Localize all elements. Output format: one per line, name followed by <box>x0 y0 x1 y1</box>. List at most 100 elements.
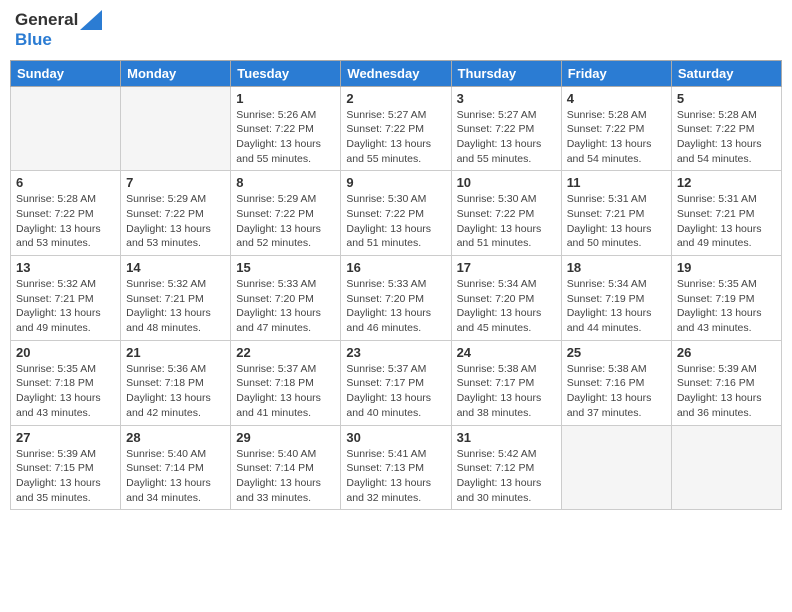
calendar-cell: 7 Sunrise: 5:29 AM Sunset: 7:22 PM Daylig… <box>121 171 231 256</box>
day-number: 2 <box>346 91 445 106</box>
calendar-cell: 13 Sunrise: 5:32 AM Sunset: 7:21 PM Dayli… <box>11 256 121 341</box>
calendar-cell: 2 Sunrise: 5:27 AM Sunset: 7:22 PM Daylig… <box>341 86 451 171</box>
day-number: 15 <box>236 260 335 275</box>
calendar-cell: 1 Sunrise: 5:26 AM Sunset: 7:22 PM Daylig… <box>231 86 341 171</box>
calendar-cell <box>561 425 671 510</box>
calendar-cell: 16Sunrise: 5:33 AM Sunset: 7:20 PM Dayli… <box>341 256 451 341</box>
logo-text: General Blue <box>15 10 102 50</box>
logo: General Blue <box>15 10 102 50</box>
day-number: 31 <box>457 430 556 445</box>
day-number: 7 <box>126 175 225 190</box>
day-info: Sunrise: 5:33 AM Sunset: 7:20 PM Dayligh… <box>236 277 335 336</box>
calendar-header-thursday: Thursday <box>451 60 561 86</box>
day-number: 1 <box>236 91 335 106</box>
day-number: 30 <box>346 430 445 445</box>
day-info: Sunrise: 5:39 AM Sunset: 7:16 PM Dayligh… <box>677 362 776 421</box>
day-number: 28 <box>126 430 225 445</box>
day-info: Sunrise: 5:35 AM Sunset: 7:19 PM Dayligh… <box>677 277 776 336</box>
day-number: 21 <box>126 345 225 360</box>
day-info: Sunrise: 5:31 AM Sunset: 7:21 PM Dayligh… <box>567 192 666 251</box>
calendar-header-saturday: Saturday <box>671 60 781 86</box>
day-info: Sunrise: 5:41 AM Sunset: 7:13 PM Dayligh… <box>346 447 445 506</box>
calendar-week-row-1: 1 Sunrise: 5:26 AM Sunset: 7:22 PM Daylig… <box>11 86 782 171</box>
day-number: 18 <box>567 260 666 275</box>
day-info: Sunrise: 5:38 AM Sunset: 7:16 PM Dayligh… <box>567 362 666 421</box>
day-info: Sunrise: 5:37 AM Sunset: 7:18 PM Dayligh… <box>236 362 335 421</box>
page: General Blue SundayMondayTuesdayWednesda… <box>0 0 792 612</box>
day-info: Sunrise: 5:37 AM Sunset: 7:17 PM Dayligh… <box>346 362 445 421</box>
calendar-header-tuesday: Tuesday <box>231 60 341 86</box>
calendar-week-row-3: 13 Sunrise: 5:32 AM Sunset: 7:21 PM Dayli… <box>11 256 782 341</box>
day-number: 19 <box>677 260 776 275</box>
day-number: 6 <box>16 175 115 190</box>
day-number: 5 <box>677 91 776 106</box>
day-number: 13 <box>16 260 115 275</box>
calendar-cell: 17Sunrise: 5:34 AM Sunset: 7:20 PM Dayli… <box>451 256 561 341</box>
calendar-cell: 18Sunrise: 5:34 AM Sunset: 7:19 PM Dayli… <box>561 256 671 341</box>
calendar-cell: 3Sunrise: 5:27 AM Sunset: 7:22 PM Daylig… <box>451 86 561 171</box>
calendar-cell: 31 Sunrise: 5:42 AM Sunset: 7:12 PM Dayli… <box>451 425 561 510</box>
day-info: Sunrise: 5:29 AM Sunset: 7:22 PM Dayligh… <box>126 192 225 251</box>
calendar-cell: 15 Sunrise: 5:33 AM Sunset: 7:20 PM Dayli… <box>231 256 341 341</box>
day-info: Sunrise: 5:30 AM Sunset: 7:22 PM Dayligh… <box>457 192 556 251</box>
day-info: Sunrise: 5:32 AM Sunset: 7:21 PM Dayligh… <box>16 277 115 336</box>
calendar-cell: 28 Sunrise: 5:40 AM Sunset: 7:14 PM Dayli… <box>121 425 231 510</box>
calendar-cell: 9Sunrise: 5:30 AM Sunset: 7:22 PM Daylig… <box>341 171 451 256</box>
calendar-header-sunday: Sunday <box>11 60 121 86</box>
day-info: Sunrise: 5:35 AM Sunset: 7:18 PM Dayligh… <box>16 362 115 421</box>
logo-triangle-icon <box>80 10 102 30</box>
calendar-cell: 27 Sunrise: 5:39 AM Sunset: 7:15 PM Dayli… <box>11 425 121 510</box>
calendar-cell <box>121 86 231 171</box>
day-number: 23 <box>346 345 445 360</box>
day-info: Sunrise: 5:28 AM Sunset: 7:22 PM Dayligh… <box>677 108 776 167</box>
day-number: 12 <box>677 175 776 190</box>
day-info: Sunrise: 5:40 AM Sunset: 7:14 PM Dayligh… <box>126 447 225 506</box>
calendar-cell: 10 Sunrise: 5:30 AM Sunset: 7:22 PM Dayli… <box>451 171 561 256</box>
day-number: 25 <box>567 345 666 360</box>
calendar-cell: 21 Sunrise: 5:36 AM Sunset: 7:18 PM Dayli… <box>121 340 231 425</box>
day-info: Sunrise: 5:42 AM Sunset: 7:12 PM Dayligh… <box>457 447 556 506</box>
day-number: 4 <box>567 91 666 106</box>
day-info: Sunrise: 5:31 AM Sunset: 7:21 PM Dayligh… <box>677 192 776 251</box>
calendar-week-row-4: 20Sunrise: 5:35 AM Sunset: 7:18 PM Dayli… <box>11 340 782 425</box>
calendar-header-wednesday: Wednesday <box>341 60 451 86</box>
day-info: Sunrise: 5:28 AM Sunset: 7:22 PM Dayligh… <box>16 192 115 251</box>
day-info: Sunrise: 5:26 AM Sunset: 7:22 PM Dayligh… <box>236 108 335 167</box>
calendar-cell: 22 Sunrise: 5:37 AM Sunset: 7:18 PM Dayli… <box>231 340 341 425</box>
calendar-cell: 30 Sunrise: 5:41 AM Sunset: 7:13 PM Dayli… <box>341 425 451 510</box>
calendar-cell: 6 Sunrise: 5:28 AM Sunset: 7:22 PM Daylig… <box>11 171 121 256</box>
day-info: Sunrise: 5:28 AM Sunset: 7:22 PM Dayligh… <box>567 108 666 167</box>
day-number: 22 <box>236 345 335 360</box>
calendar-cell: 20Sunrise: 5:35 AM Sunset: 7:18 PM Dayli… <box>11 340 121 425</box>
day-info: Sunrise: 5:27 AM Sunset: 7:22 PM Dayligh… <box>346 108 445 167</box>
calendar-header-friday: Friday <box>561 60 671 86</box>
day-info: Sunrise: 5:36 AM Sunset: 7:18 PM Dayligh… <box>126 362 225 421</box>
calendar-cell: 26Sunrise: 5:39 AM Sunset: 7:16 PM Dayli… <box>671 340 781 425</box>
day-info: Sunrise: 5:34 AM Sunset: 7:20 PM Dayligh… <box>457 277 556 336</box>
calendar-cell: 11Sunrise: 5:31 AM Sunset: 7:21 PM Dayli… <box>561 171 671 256</box>
calendar-cell: 5 Sunrise: 5:28 AM Sunset: 7:22 PM Daylig… <box>671 86 781 171</box>
day-info: Sunrise: 5:29 AM Sunset: 7:22 PM Dayligh… <box>236 192 335 251</box>
calendar-week-row-2: 6 Sunrise: 5:28 AM Sunset: 7:22 PM Daylig… <box>11 171 782 256</box>
calendar-cell: 8 Sunrise: 5:29 AM Sunset: 7:22 PM Daylig… <box>231 171 341 256</box>
calendar-cell: 23 Sunrise: 5:37 AM Sunset: 7:17 PM Dayli… <box>341 340 451 425</box>
day-number: 8 <box>236 175 335 190</box>
day-info: Sunrise: 5:27 AM Sunset: 7:22 PM Dayligh… <box>457 108 556 167</box>
calendar-header-monday: Monday <box>121 60 231 86</box>
calendar-cell: 25 Sunrise: 5:38 AM Sunset: 7:16 PM Dayli… <box>561 340 671 425</box>
day-info: Sunrise: 5:39 AM Sunset: 7:15 PM Dayligh… <box>16 447 115 506</box>
calendar-cell: 24 Sunrise: 5:38 AM Sunset: 7:17 PM Dayli… <box>451 340 561 425</box>
calendar-cell: 29Sunrise: 5:40 AM Sunset: 7:14 PM Dayli… <box>231 425 341 510</box>
day-number: 16 <box>346 260 445 275</box>
day-number: 29 <box>236 430 335 445</box>
day-number: 27 <box>16 430 115 445</box>
day-number: 24 <box>457 345 556 360</box>
day-number: 9 <box>346 175 445 190</box>
header: General Blue <box>10 10 782 50</box>
calendar-cell: 14Sunrise: 5:32 AM Sunset: 7:21 PM Dayli… <box>121 256 231 341</box>
day-info: Sunrise: 5:38 AM Sunset: 7:17 PM Dayligh… <box>457 362 556 421</box>
day-number: 10 <box>457 175 556 190</box>
day-info: Sunrise: 5:32 AM Sunset: 7:21 PM Dayligh… <box>126 277 225 336</box>
calendar-cell <box>671 425 781 510</box>
calendar-cell: 19 Sunrise: 5:35 AM Sunset: 7:19 PM Dayli… <box>671 256 781 341</box>
